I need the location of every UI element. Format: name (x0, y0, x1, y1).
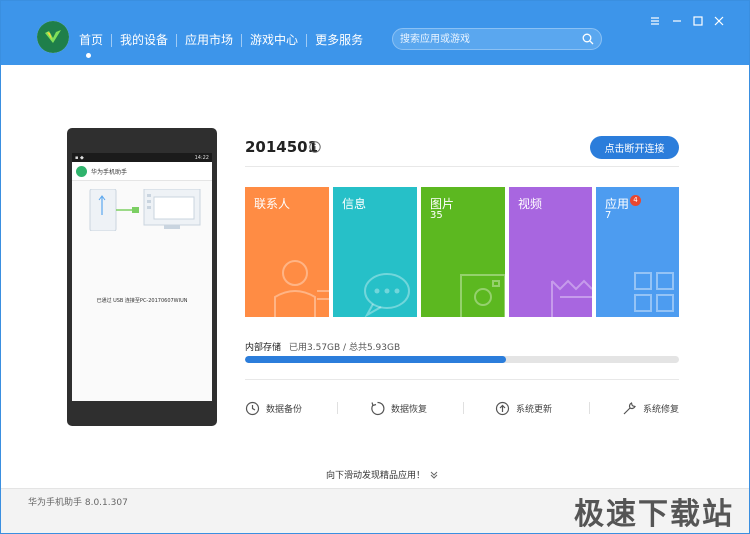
app-update-badge: 4 (630, 195, 641, 206)
tile-videos[interactable]: 视频 (509, 187, 592, 317)
footer: 华为手机助手 8.0.1.307 极速下载站 (1, 488, 749, 533)
version-label: 华为手机助手 8.0.1.307 (28, 498, 128, 508)
tile-label: 视频 (518, 197, 543, 211)
phone-app-title: 华为手机助手 (91, 168, 128, 176)
backup-icon (245, 401, 260, 415)
phone-status-bar: ▪ ◆ 14:22 (72, 153, 212, 162)
action-separator (463, 402, 464, 414)
photo-icon (460, 274, 505, 317)
action-separator (337, 402, 338, 414)
scroll-hint[interactable]: 向下滑动发现精品应用！ (326, 468, 439, 481)
tile-label: 联系人 (254, 197, 291, 211)
contacts-icon (274, 260, 329, 317)
nav-tab-my-devices[interactable]: 我的设备 (112, 32, 176, 48)
storage-progress-fill (245, 356, 507, 363)
tile-count: 35 (430, 210, 443, 221)
minimize-icon[interactable] (670, 14, 684, 28)
title-bar: 首页 我的设备 应用市场 游戏中心 更多服务 (1, 1, 749, 65)
system-update-button[interactable]: 系统更新 (495, 399, 552, 417)
usb-connection-illustration (89, 189, 201, 231)
tile-contacts[interactable]: 联系人 (245, 187, 329, 317)
action-label: 系统修复 (643, 404, 680, 415)
search-icon[interactable] (582, 33, 594, 45)
phone-screen: ▪ ◆ 14:22 华为手机助手 已通过 USB 连接至PC-20170607W… (72, 153, 212, 401)
status-icons-left: ▪ ◆ (75, 154, 84, 161)
divider (245, 379, 679, 380)
scroll-hint-text: 向下滑动发现精品应用！ (326, 471, 426, 481)
watermark: 极速下载站 (574, 497, 734, 532)
nav-tab-more-services[interactable]: 更多服务 (307, 32, 371, 48)
nav-tab-app-market[interactable]: 应用市场 (177, 32, 241, 48)
storage-label: 内部存储 (245, 343, 282, 353)
phone-mockup: ▪ ◆ 14:22 华为手机助手 已通过 USB 连接至PC-20170607W… (67, 128, 217, 426)
device-name: 2014501 (245, 138, 319, 156)
tile-apps[interactable]: 应用 4 7 (596, 187, 679, 317)
divider (245, 166, 679, 167)
close-icon[interactable] (712, 14, 726, 28)
nav-tab-game-center[interactable]: 游戏中心 (242, 32, 306, 48)
phone-connection-message: 已通过 USB 连接至PC-20170607WIUN (96, 298, 188, 304)
status-time: 14:22 (194, 154, 209, 161)
storage-detail: 已用3.57GB / 总共5.93GB (289, 343, 401, 353)
menu-icon[interactable] (648, 14, 662, 28)
message-icon (364, 273, 410, 317)
nav-tab-home[interactable]: 首页 (79, 32, 111, 48)
action-label: 数据备份 (266, 404, 303, 415)
main-nav: 首页 我的设备 应用市场 游戏中心 更多服务 (79, 31, 371, 49)
video-icon (551, 279, 592, 317)
apps-grid-icon (634, 272, 674, 312)
update-icon (495, 401, 510, 415)
search-input[interactable] (400, 31, 580, 47)
tile-label: 信息 (342, 197, 367, 211)
restore-icon (371, 401, 385, 415)
search-box (392, 28, 602, 50)
tile-photos[interactable]: 图片 35 (421, 187, 505, 317)
app-window: 首页 我的设备 应用市场 游戏中心 更多服务 搜索应用或游戏 ▪ ◆ 14:22… (0, 0, 750, 534)
phone-app-logo (76, 165, 87, 177)
app-logo (37, 21, 69, 53)
action-separator (589, 402, 590, 414)
phone-app-bar: 华为手机助手 (72, 162, 212, 181)
maximize-icon[interactable] (691, 14, 705, 28)
action-label: 数据恢复 (391, 404, 428, 415)
double-chevron-down-icon (430, 471, 438, 479)
tile-count: 7 (605, 210, 612, 221)
system-repair-button[interactable]: 系统修复 (622, 399, 679, 417)
disconnect-button[interactable]: 点击断开连接 (590, 136, 679, 159)
wrench-icon (623, 401, 636, 414)
restore-button[interactable]: 数据恢复 (370, 399, 427, 417)
storage-progress-bar (245, 356, 679, 363)
action-label: 系统更新 (516, 404, 553, 415)
tile-messages[interactable]: 信息 (333, 187, 417, 317)
active-tab-indicator (86, 53, 91, 58)
backup-button[interactable]: 数据备份 (245, 399, 302, 417)
info-icon[interactable] (309, 141, 321, 153)
